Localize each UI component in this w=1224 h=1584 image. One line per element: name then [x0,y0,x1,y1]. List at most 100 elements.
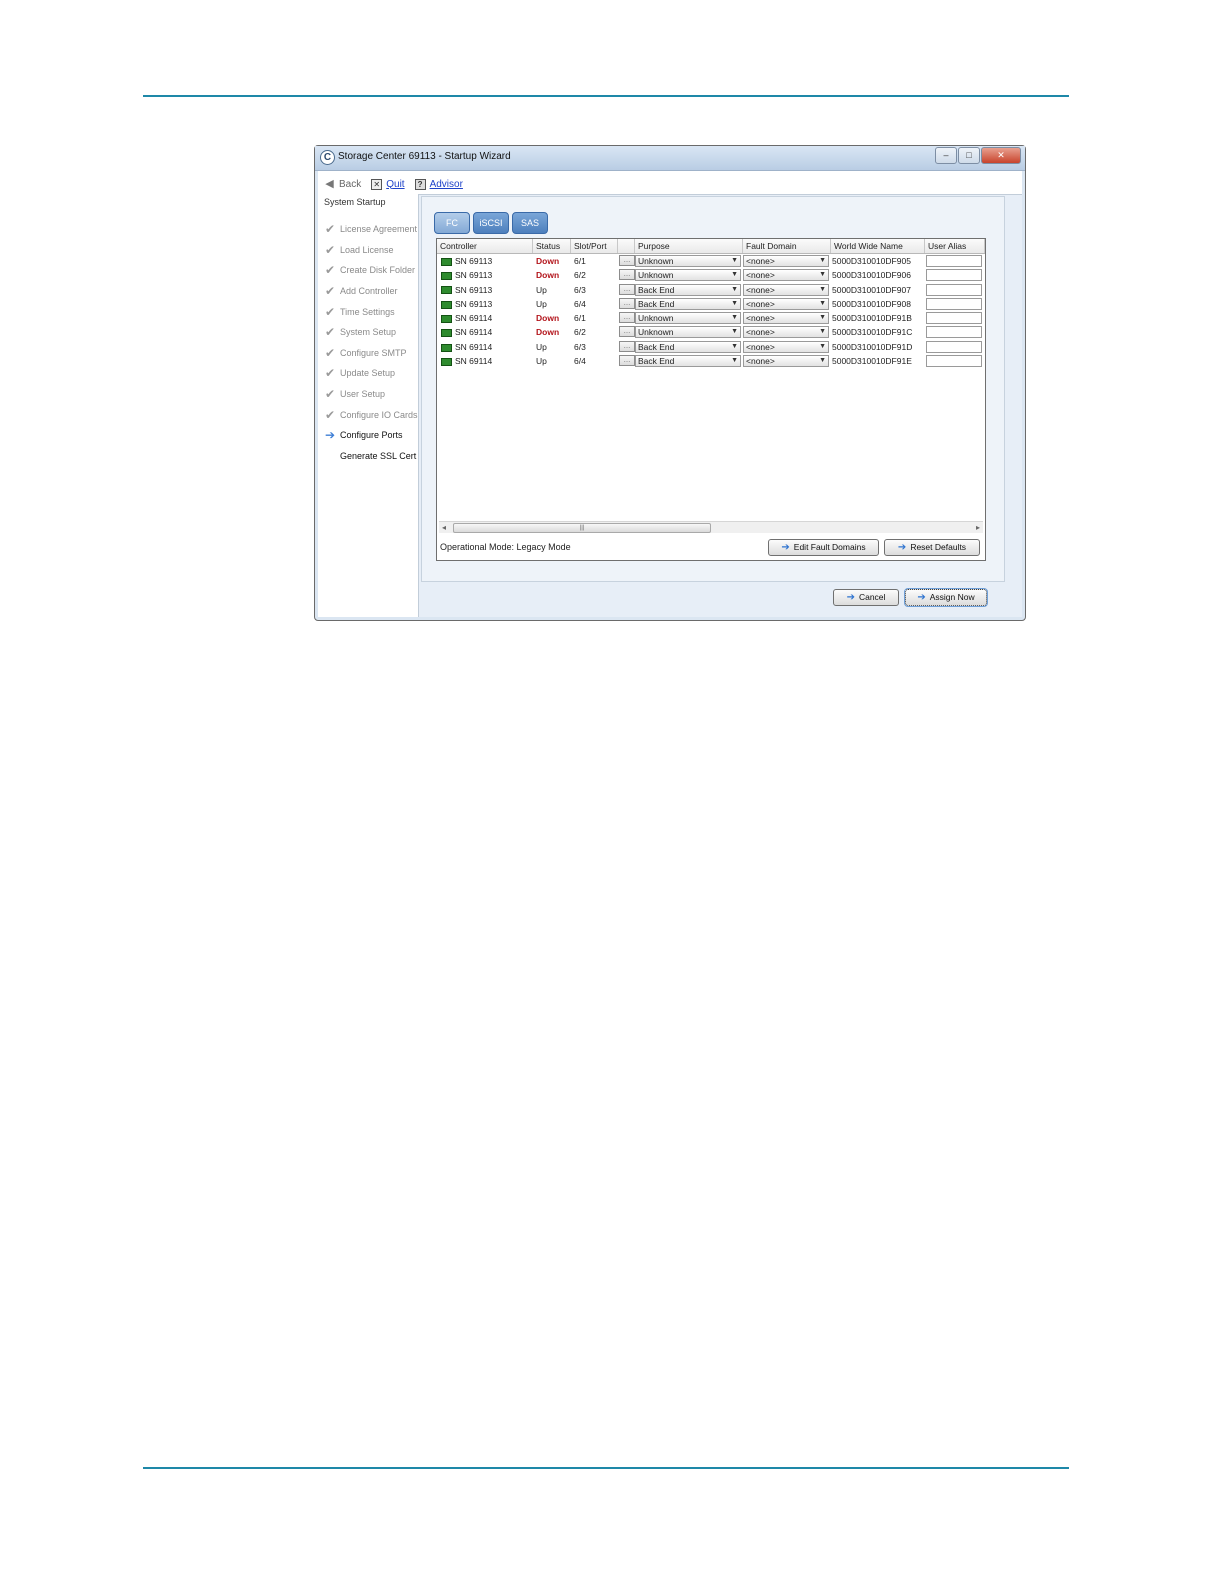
minimize-button[interactable]: – [935,147,957,164]
wwn-cell: 5000D310010DF91D [832,341,913,352]
tab-sas[interactable]: SAS [512,212,548,234]
edit-port-button[interactable]: … [619,255,635,266]
arrow-icon: ➔ [897,542,907,553]
slot-port-cell: 6/2 [574,327,586,338]
close-button[interactable]: ✕ [981,147,1021,164]
user-alias-input[interactable] [926,297,982,310]
fault-domain-dropdown[interactable]: <none> ▼ [743,355,829,368]
table-row[interactable]: SN 69114 Down 6/1 … Unknown ▼ <none> ▼ 5000D3100… [437,311,985,325]
table-row[interactable]: SN 69114 Down 6/2 … Unknown ▼ <none> ▼ 5000D3100… [437,325,985,339]
fault-domain-dropdown[interactable]: <none> ▼ [743,269,829,282]
window-controls: – □ ✕ [934,147,1021,164]
sidebar-step-label: Configure IO Cards [340,409,418,420]
user-alias-input[interactable] [926,255,982,267]
purpose-value: Unknown [638,256,674,266]
column-header[interactable]: User Alias [925,239,985,253]
sidebar-step-label: Configure Ports [340,430,403,441]
maximize-button[interactable]: □ [958,147,980,164]
scroll-right-icon[interactable]: ▸ [976,522,980,533]
user-alias-input[interactable] [926,340,982,353]
back-button[interactable]: ◀ Back [324,178,361,190]
fault-domain-dropdown[interactable]: <none> ▼ [743,297,829,310]
quit-link[interactable]: ✕ Quit [371,178,405,190]
edit-port-button[interactable]: … [619,355,635,367]
controller-cell: SN 69114 [441,311,492,325]
window-title: Storage Center 69113 - Startup Wizard [338,151,511,162]
tab-iscsi[interactable]: iSCSI [473,212,509,234]
column-header[interactable]: Purpose [635,239,743,253]
table-row[interactable]: SN 69114 Up 6/4 … Back End ▼ <none> ▼ 5000D31001… [437,354,985,368]
table-row[interactable]: SN 69113 Up 6/3 … Back End ▼ <none> ▼ 5000D31001… [437,283,985,297]
fault-domain-dropdown[interactable]: <none> ▼ [743,326,829,339]
wwn-cell: 5000D310010DF906 [832,270,911,281]
fault-domain-dropdown[interactable]: <none> ▼ [743,312,829,325]
edit-port-button[interactable]: … [619,312,635,324]
slot-port-cell: 6/3 [574,284,586,295]
edit-port-button[interactable]: … [619,340,635,352]
assign-now-button[interactable]: ➔ Assign Now [904,588,988,607]
purpose-dropdown[interactable]: Back End ▼ [635,283,741,296]
purpose-dropdown[interactable]: Unknown ▼ [635,255,741,267]
advisor-label[interactable]: Advisor [430,179,463,190]
purpose-value: Back End [638,298,675,309]
cancel-button[interactable]: ➔ Cancel [833,589,899,606]
sidebar-step: ✔ Create Disk Folder [318,260,418,281]
port-config-area: FC iSCSI SAS Controller Status Slot/Port Purp… [421,196,1005,582]
user-alias-input[interactable] [926,326,982,339]
user-alias-input[interactable] [926,312,982,325]
reset-defaults-button[interactable]: ➔ Reset Defaults [884,539,980,556]
chevron-down-icon: ▼ [819,257,826,264]
purpose-dropdown[interactable]: Back End ▼ [635,340,741,353]
purpose-dropdown[interactable]: Back End ▼ [635,297,741,310]
advisor-link[interactable]: ? Advisor [414,178,463,190]
edit-fault-domains-button[interactable]: ➔ Edit Fault Domains [768,539,879,556]
checkmark-icon: ✔ [324,304,336,319]
purpose-dropdown[interactable]: Unknown ▼ [635,326,741,339]
purpose-dropdown[interactable]: Back End ▼ [635,355,741,368]
wwn-cell: 5000D310010DF91E [832,356,912,367]
sidebar-step-label: Load License [340,244,394,255]
chevron-down-icon: ▼ [731,257,738,264]
table-row[interactable]: SN 69113 Down 6/1 … Unknown ▼ <none> ▼ 5000D3100… [437,254,985,268]
user-alias-input[interactable] [926,355,982,368]
checkmark-icon: ✔ [324,263,336,278]
column-header[interactable]: Fault Domain [743,239,831,253]
sidebar-step: ✔ Configure SMTP [318,343,418,364]
table-row[interactable]: SN 69114 Up 6/3 … Back End ▼ <none> ▼ 5000D31001… [437,340,985,354]
column-header[interactable]: Controller [437,239,533,253]
status-cell: Down [536,270,560,281]
fault-domain-dropdown[interactable]: <none> ▼ [743,283,829,296]
edit-port-button[interactable]: … [619,283,635,295]
sidebar-step-label: Update Setup [340,368,396,379]
scroll-left-icon[interactable]: ◂ [442,522,446,533]
column-header[interactable]: World Wide Name [831,239,925,253]
table-row[interactable]: SN 69113 Up 6/4 … Back End ▼ <none> ▼ 5000D31001… [437,297,985,311]
title-bar[interactable]: C Storage Center 69113 - Startup Wizard … [315,146,1025,171]
edit-port-button[interactable]: … [619,326,635,338]
arrow-icon: ➔ [846,592,855,603]
fault-domain-dropdown[interactable]: <none> ▼ [743,340,829,353]
column-header[interactable] [618,239,635,253]
page-footer-rule [143,1467,1069,1469]
chevron-down-icon: ▼ [731,314,738,322]
edit-port-button[interactable]: … [619,269,635,281]
quit-label[interactable]: Quit [386,179,404,190]
user-alias-input[interactable] [926,283,982,296]
edit-fault-domains-label: Edit Fault Domains [793,542,866,552]
controller-icon [441,257,452,266]
chevron-down-icon: ▼ [731,328,738,336]
purpose-dropdown[interactable]: Unknown ▼ [635,312,741,325]
chevron-down-icon: ▼ [731,271,738,279]
fault-domain-dropdown[interactable]: <none> ▼ [743,255,829,267]
slot-port-cell: 6/3 [574,341,586,352]
controller-name: SN 69113 [455,256,493,266]
user-alias-input[interactable] [926,269,982,282]
horizontal-scrollbar[interactable]: ◂ ||| ▸ [439,521,983,533]
scrollbar-thumb[interactable]: ||| [453,523,711,533]
tab-fc[interactable]: FC [434,212,470,234]
edit-port-button[interactable]: … [619,297,635,309]
column-header[interactable]: Status [533,239,571,253]
column-header[interactable]: Slot/Port [571,239,618,253]
purpose-dropdown[interactable]: Unknown ▼ [635,269,741,282]
table-row[interactable]: SN 69113 Down 6/2 … Unknown ▼ <none> ▼ 5000D3100… [437,268,985,282]
